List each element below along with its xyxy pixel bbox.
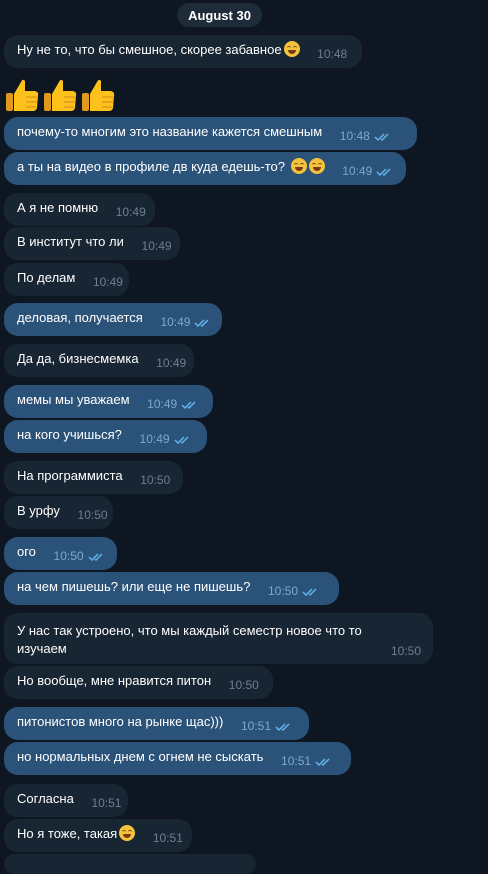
message-outgoing[interactable]: но нормальных днем с огнем не сыскать 10… bbox=[4, 742, 351, 775]
joy-emoji bbox=[119, 825, 136, 841]
grin-emoji bbox=[308, 158, 325, 174]
message-time: 10:50 bbox=[140, 473, 171, 487]
message-text: ого bbox=[17, 544, 36, 559]
sticker-row[interactable] bbox=[4, 76, 116, 114]
message-time: 10:49 bbox=[160, 315, 191, 329]
message-time: 10:50 bbox=[390, 644, 421, 658]
message-outgoing[interactable]: ого 10:50 bbox=[4, 537, 117, 570]
message-time: 10:49 bbox=[156, 356, 187, 370]
thumbs-up-emoji bbox=[82, 79, 115, 111]
message-time: 10:50 bbox=[267, 584, 298, 598]
date-separator: August 30 bbox=[177, 3, 262, 27]
message-text: В институт что ли bbox=[17, 234, 124, 249]
double-check-icon bbox=[376, 168, 391, 176]
double-check-icon bbox=[315, 758, 330, 766]
message-time: 10:49 bbox=[147, 397, 178, 411]
message-incoming[interactable]: У нас так устроено, что мы каждый семест… bbox=[4, 613, 433, 664]
message-time-wrap: 10:48 bbox=[340, 127, 392, 145]
message-time-wrap: 10:49 bbox=[342, 162, 394, 180]
message-incoming[interactable]: В институт что ли 10:49 bbox=[4, 227, 180, 260]
message-incoming[interactable]: В урфу 10:50 bbox=[4, 496, 113, 529]
message-text: Но вообще, мне нравится питон bbox=[17, 673, 212, 688]
message-incoming[interactable]: На программиста 10:50 bbox=[4, 461, 183, 494]
message-time: 10:50 bbox=[228, 678, 259, 692]
message-time-wrap: 10:49 bbox=[160, 313, 212, 331]
message-time-wrap: 10:50 bbox=[54, 547, 106, 565]
message-incoming[interactable]: Ну не то, что бы смешное, скорее забавно… bbox=[4, 35, 362, 68]
message-incoming[interactable]: Да да, бизнесмемка 10:49 bbox=[4, 344, 194, 377]
message-time: 10:48 bbox=[317, 47, 348, 61]
double-check-icon bbox=[194, 319, 210, 327]
message-text: а ты на видео в профиле дв куда едешь-то… bbox=[17, 159, 285, 174]
message-text: на кого учишься? bbox=[17, 427, 122, 442]
message-text: По делам bbox=[17, 270, 76, 285]
message-time: 10:49 bbox=[115, 205, 146, 219]
message-incoming[interactable]: А я не помню 10:49 bbox=[4, 193, 155, 226]
message-time-wrap: 10:51 bbox=[241, 717, 293, 735]
message-time-wrap: 10:49 bbox=[147, 395, 199, 413]
message-time: 10:50 bbox=[77, 508, 108, 522]
grin-sweat-emoji bbox=[283, 41, 300, 57]
message-time-wrap: 10:49 bbox=[140, 430, 192, 448]
message-time: 10:51 bbox=[240, 719, 271, 733]
double-check-icon bbox=[302, 588, 317, 596]
message-text: Но я тоже, такая bbox=[17, 826, 118, 841]
message-outgoing[interactable]: мемы мы уважаем 10:49 bbox=[4, 385, 213, 418]
message-text: Согласна bbox=[17, 791, 74, 806]
message-incoming[interactable]: Но вообще, мне нравится питон 10:50 bbox=[4, 666, 273, 699]
double-check-icon bbox=[275, 723, 290, 731]
message-incoming[interactable]: Но я тоже, такая 10:51 bbox=[4, 819, 192, 852]
message-time: 10:51 bbox=[152, 831, 183, 845]
message-outgoing[interactable]: на кого учишься? 10:49 bbox=[4, 420, 207, 453]
message-outgoing[interactable]: на чем пишешь? или еще не пишешь? 10:50 bbox=[4, 572, 339, 605]
message-text: Ну не то, что бы смешное, скорее забавно… bbox=[17, 42, 282, 57]
message-time: 10:51 bbox=[91, 796, 122, 810]
message-time-wrap: 10:51 bbox=[281, 752, 333, 770]
message-time: 10:51 bbox=[281, 754, 312, 768]
message-text: мемы мы уважаем bbox=[17, 392, 130, 407]
grin-emoji bbox=[290, 158, 307, 174]
message-text: А я не помню bbox=[17, 200, 99, 215]
message-text: на чем пишешь? или еще не пишешь? bbox=[17, 579, 251, 594]
message-time: 10:48 bbox=[339, 129, 370, 143]
message-time: 10:49 bbox=[139, 432, 170, 446]
message-time: 10:50 bbox=[53, 549, 84, 563]
double-check-icon bbox=[374, 133, 389, 141]
message-incoming[interactable]: Согласна 10:51 bbox=[4, 784, 128, 817]
double-check-icon bbox=[181, 401, 196, 409]
message-text: Да да, бизнесмемка bbox=[17, 351, 139, 366]
message-outgoing[interactable]: питонистов много на рынке щас))) 10:51 bbox=[4, 707, 309, 740]
message-text: На программиста bbox=[17, 468, 123, 483]
message-text: питонистов много на рынке щас))) bbox=[17, 714, 224, 729]
thumbs-up-emoji bbox=[6, 79, 39, 111]
message-text: В урфу bbox=[17, 503, 60, 518]
message-outgoing[interactable]: а ты на видео в профиле дв куда едешь-то… bbox=[4, 152, 406, 185]
thumbs-up-emoji bbox=[44, 79, 77, 111]
message-text: почему-то многим это название кажется см… bbox=[17, 124, 323, 139]
message-text: но нормальных днем с огнем не сыскать bbox=[17, 749, 264, 764]
message-text: деловая, получается bbox=[17, 310, 143, 325]
message-outgoing[interactable]: деловая, получается 10:49 bbox=[4, 303, 222, 336]
message-incoming-partial[interactable] bbox=[4, 854, 256, 874]
message-time: 10:49 bbox=[141, 239, 172, 253]
double-check-icon bbox=[174, 436, 189, 444]
double-check-icon bbox=[88, 553, 103, 561]
message-time-wrap: 10:50 bbox=[268, 582, 320, 600]
message-outgoing[interactable]: почему-то многим это название кажется см… bbox=[4, 117, 417, 150]
message-incoming[interactable]: По делам 10:49 bbox=[4, 263, 129, 296]
message-text: У нас так устроено, что мы каждый семест… bbox=[17, 623, 362, 656]
message-time: 10:49 bbox=[342, 164, 373, 178]
message-time: 10:49 bbox=[92, 275, 123, 289]
